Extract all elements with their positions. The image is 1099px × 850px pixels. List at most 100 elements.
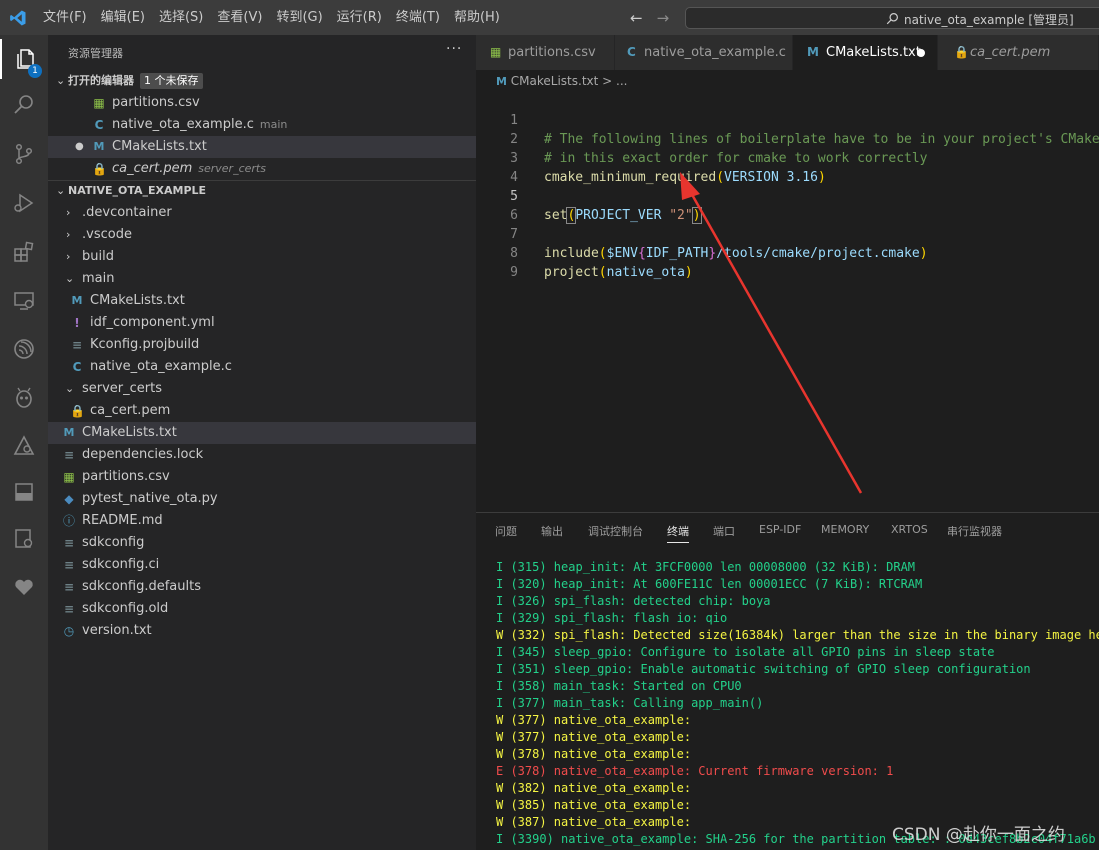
tree-file[interactable]: ◆ pytest_native_ota.py [48, 488, 476, 510]
chevron-right-icon: › [66, 206, 71, 219]
tree-file[interactable]: ≡ sdkconfig.ci [48, 554, 476, 576]
info-icon: ⓘ [62, 514, 75, 528]
csv-file-icon: ▦ [93, 96, 105, 110]
open-editor-item[interactable]: C native_ota_example.c main [48, 114, 476, 136]
explorer-title: 资源管理器 [68, 47, 123, 60]
tab-terminal[interactable]: 终端 [667, 523, 689, 543]
panel-activity-button[interactable] [0, 472, 48, 512]
device-settings-icon [15, 529, 33, 548]
cmake-file-icon: M [93, 140, 105, 153]
menu-file[interactable]: 文件(F) [36, 0, 94, 35]
panel-icon [15, 483, 33, 501]
run-debug-activity-button[interactable] [0, 183, 48, 223]
tab-esp-idf[interactable]: ESP-IDF [759, 523, 801, 536]
chevron-down-icon: ⌄ [56, 74, 66, 87]
tree-item-label: dependencies.lock [82, 447, 204, 462]
terminal-line: W (385) native_ota_example: [496, 798, 692, 812]
tree-folder[interactable]: ⌄ server_certs [48, 378, 476, 400]
tab-output[interactable]: 输出 [541, 523, 563, 539]
menu-selection[interactable]: 选择(S) [152, 0, 210, 35]
more-actions-button[interactable]: ··· [446, 41, 462, 57]
project-header[interactable]: ⌄ NATIVE_OTA_EXAMPLE [48, 180, 476, 202]
tab-debug-console[interactable]: 调试控制台 [588, 523, 643, 539]
terminal-line: I (345) sleep_gpio: Configure to isolate… [496, 645, 995, 659]
nav-arrows: ← → [630, 0, 669, 35]
forward-arrow-icon[interactable]: → [657, 9, 670, 27]
extensions-activity-button[interactable] [0, 232, 48, 272]
tree-file[interactable]: 🔒 ca_cert.pem [48, 400, 476, 422]
unsaved-dot-icon[interactable]: ● [75, 136, 84, 158]
tab-xrtos[interactable]: XRTOS [891, 523, 928, 536]
c-file-icon: C [94, 118, 104, 132]
c-file-icon: C [72, 360, 82, 374]
search-icon [886, 13, 898, 25]
rtthread-activity-button[interactable] [0, 567, 48, 607]
menu-view[interactable]: 查看(V) [210, 0, 269, 35]
bottom-panel: 问题 输出 调试控制台 终端 端口 ESP-IDF MEMORY XRTOS 串… [476, 512, 1099, 850]
tree-item-label: README.md [82, 513, 163, 528]
tab-problems[interactable]: 问题 [495, 523, 517, 539]
device-activity-button[interactable] [0, 519, 48, 559]
tree-file[interactable]: ⓘ README.md [48, 510, 476, 532]
tree-file[interactable]: ≡ sdkconfig.old [48, 598, 476, 620]
python-file-icon: ◆ [64, 492, 74, 506]
triangle-gear-icon [13, 435, 35, 455]
terminal-line: W (382) native_ota_example: [496, 781, 692, 795]
tree-item-label: sdkconfig.ci [82, 557, 160, 572]
tree-file-selected[interactable]: M CMakeLists.txt [48, 422, 476, 444]
open-editors-header[interactable]: ⌄ 打开的编辑器 1 个未保存 [48, 70, 476, 92]
search-icon [14, 95, 33, 114]
tree-item-label: partitions.csv [82, 469, 170, 484]
remote-explorer-activity-button[interactable] [0, 281, 48, 321]
tree-file[interactable]: ≡ dependencies.lock [48, 444, 476, 466]
tree-file[interactable]: C native_ota_example.c [48, 356, 476, 378]
tab-serial-monitor[interactable]: 串行监视器 [947, 523, 1002, 539]
explorer-activity-button[interactable]: 1 [0, 39, 48, 79]
menu-edit[interactable]: 编辑(E) [94, 0, 152, 35]
back-arrow-icon[interactable]: ← [630, 9, 643, 27]
open-editor-item[interactable]: 🔒 ca_cert.pem server_certs [48, 158, 476, 180]
tree-item-label: sdkconfig.old [82, 601, 169, 616]
tree-folder[interactable]: › .devcontainer [48, 202, 476, 224]
tree-file[interactable]: ≡ Kconfig.projbuild [48, 334, 476, 356]
esp-idf-activity-button[interactable] [0, 329, 48, 369]
activity-bar: 1 [0, 35, 48, 850]
menu-terminal[interactable]: 终端(T) [389, 0, 447, 35]
azure-iot-activity-button[interactable] [0, 426, 48, 466]
menu-help[interactable]: 帮助(H) [447, 0, 507, 35]
command-center-search[interactable]: native_ota_example [管理员] [685, 7, 1099, 29]
tree-folder[interactable]: ⌄ main [48, 268, 476, 290]
platformio-activity-button[interactable] [0, 378, 48, 418]
terminal-line: E (378) native_ota_example: Current firm… [496, 764, 894, 778]
menu-run[interactable]: 运行(R) [330, 0, 389, 35]
tree-file[interactable]: ◷ version.txt [48, 620, 476, 642]
tree-folder[interactable]: › build [48, 246, 476, 268]
cmake-file-icon: M [63, 426, 75, 439]
search-activity-button[interactable] [0, 85, 48, 125]
tree-item-label: main [82, 271, 115, 286]
tab-ports[interactable]: 端口 [713, 523, 735, 539]
tree-item-label: pytest_native_ota.py [82, 491, 218, 506]
terminal-line: I (315) heap_init: At 3FCF0000 len 00008… [496, 560, 916, 574]
source-control-activity-button[interactable] [0, 134, 48, 174]
open-editor-label: native_ota_example.c [112, 117, 254, 132]
open-editor-item-selected[interactable]: ● M CMakeLists.txt [48, 136, 476, 158]
open-editor-item[interactable]: ▦ partitions.csv [48, 92, 476, 114]
tree-file[interactable]: ≡ sdkconfig.defaults [48, 576, 476, 598]
tree-file[interactable]: ▦ partitions.csv [48, 466, 476, 488]
source-control-icon [15, 143, 33, 165]
tree-folder[interactable]: › .vscode [48, 224, 476, 246]
menu-go[interactable]: 转到(G) [269, 0, 329, 35]
tree-file[interactable]: M CMakeLists.txt [48, 290, 476, 312]
open-editor-label: partitions.csv [112, 95, 200, 110]
terminal-line: W (387) native_ota_example: [496, 815, 692, 829]
run-debug-icon [14, 193, 34, 213]
lock-file-icon: ≡ [63, 448, 75, 462]
chevron-down-icon: ⌄ [65, 272, 75, 285]
tab-memory[interactable]: MEMORY [821, 523, 869, 536]
tree-file[interactable]: ! idf_component.yml [48, 312, 476, 334]
remote-explorer-icon [14, 292, 34, 310]
tree-file[interactable]: ≡ sdkconfig [48, 532, 476, 554]
tree-item-label: .vscode [82, 227, 132, 242]
tree-item-label: CMakeLists.txt [82, 425, 177, 440]
